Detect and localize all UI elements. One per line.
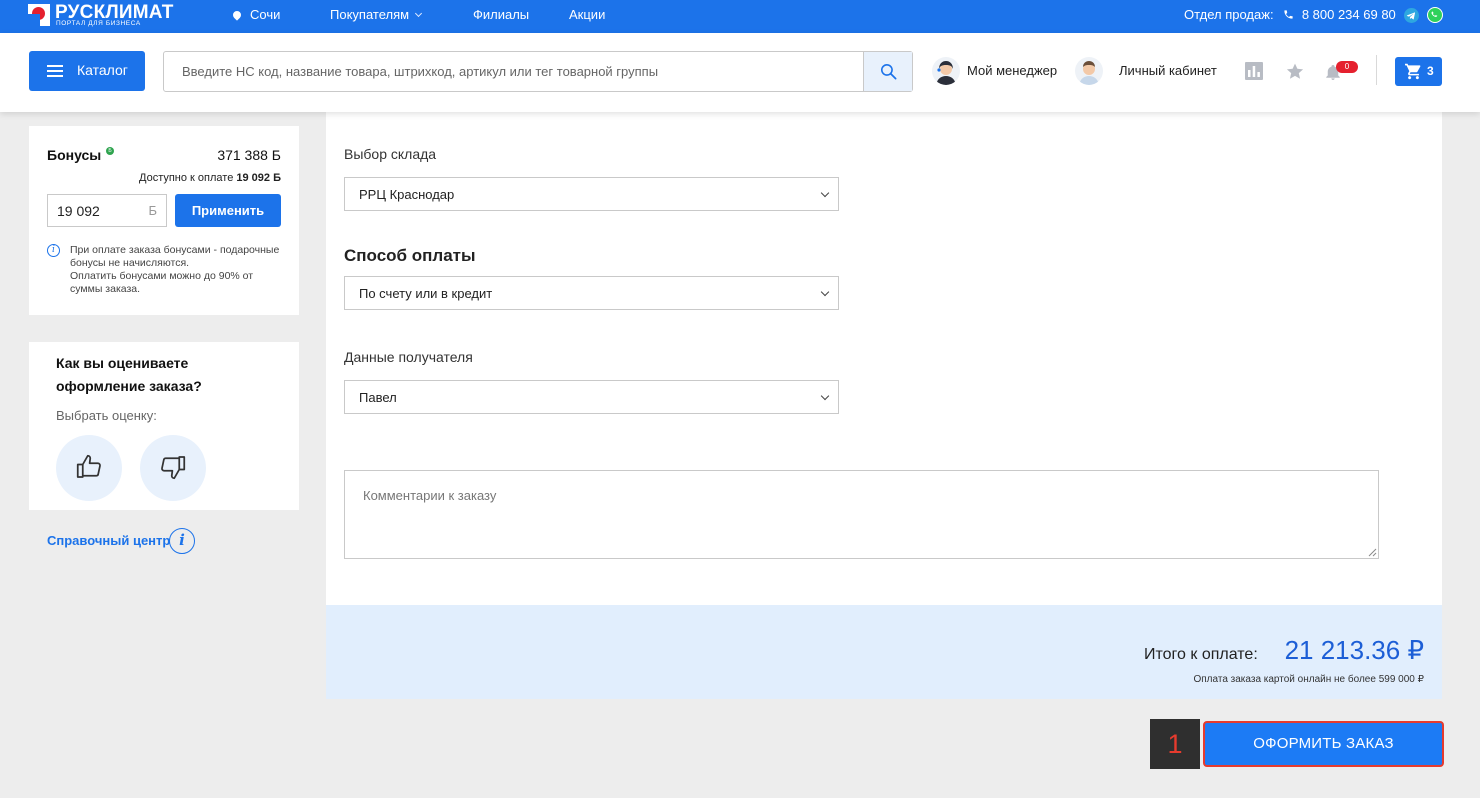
personal-account-link[interactable]: Личный кабинет: [1119, 63, 1217, 78]
phone-icon: [1284, 10, 1293, 19]
thumbs-up-button[interactable]: [56, 435, 122, 501]
catalog-button[interactable]: Каталог: [29, 51, 145, 91]
chevron-down-icon: [415, 9, 423, 18]
bonus-amount-unit: Б: [148, 203, 157, 218]
city-name: Сочи: [250, 7, 281, 22]
chevron-down-icon: [820, 287, 830, 297]
search-icon: [880, 63, 897, 80]
step-marker: 1: [1150, 719, 1200, 769]
bonus-available-value: 19 092 Б: [236, 172, 281, 184]
bonus-card: Бонусы Б 371 388 Б Доступно к оплате 19 …: [29, 126, 299, 315]
top-bar: РУСКЛИМАТ ПОРТАЛ ДЛЯ БИЗНЕСА Сочи Покупа…: [0, 0, 1480, 33]
my-manager-link[interactable]: Мой менеджер: [967, 63, 1057, 78]
order-form: Выбор склада РРЦ Краснодар Способ оплаты…: [326, 112, 1442, 605]
bonus-title: Бонусы: [47, 147, 102, 163]
header: Каталог Мой менеджер Личный кабинет 0 3: [0, 33, 1480, 112]
cart-count: 3: [1427, 64, 1434, 78]
catalog-button-label: Каталог: [77, 62, 128, 78]
total-note: Оплата заказа картой онлайн не более 599…: [1193, 674, 1424, 685]
location-pin-icon: [231, 9, 243, 21]
burger-menu-icon: [47, 65, 63, 77]
order-comment-placeholder: Комментарии к заказу: [363, 488, 497, 503]
total-label: Итого к оплате:: [1144, 646, 1258, 663]
sales-label: Отдел продаж:: [1184, 7, 1274, 22]
bonus-amount-value: 19 092: [57, 203, 100, 219]
thumbs-up-icon: [76, 454, 101, 478]
rating-subtitle: Выбрать оценку:: [56, 408, 157, 423]
bonus-note: При оплате заказа бонусами - подарочные …: [70, 244, 282, 296]
cart-button[interactable]: 3: [1395, 57, 1442, 86]
city-selector[interactable]: Сочи: [231, 7, 281, 22]
order-comment-textarea[interactable]: Комментарии к заказу: [344, 470, 1379, 559]
logo-subtitle: ПОРТАЛ ДЛЯ БИЗНЕСА: [56, 20, 141, 27]
info-icon[interactable]: i: [169, 528, 195, 554]
bonus-coin-icon: Б: [106, 147, 114, 155]
manager-avatar[interactable]: [932, 57, 960, 85]
warehouse-selected-value: РРЦ Краснодар: [359, 187, 455, 202]
total-value: 21 213.36 ₽: [1284, 635, 1424, 665]
telegram-icon[interactable]: [1404, 8, 1419, 23]
sales-phone[interactable]: 8 800 234 69 80: [1302, 7, 1396, 22]
warehouse-label: Выбор склада: [344, 146, 437, 162]
bonus-note-line-2: Оплатить бонусами можно до 90% от суммы …: [70, 270, 254, 295]
chevron-down-icon: [820, 188, 830, 198]
thumbs-down-icon: [161, 456, 186, 480]
payment-method-select[interactable]: По счету или в кредит: [344, 276, 839, 310]
star-icon[interactable]: [1285, 62, 1305, 81]
warehouse-select[interactable]: РРЦ Краснодар: [344, 177, 839, 211]
recipient-select[interactable]: Павел: [344, 380, 839, 414]
bonus-available-label: Доступно к оплате: [139, 172, 234, 184]
info-icon: i: [47, 244, 60, 257]
whatsapp-icon[interactable]: [1427, 7, 1443, 23]
cart-icon: [1405, 63, 1421, 80]
rating-title: Как вы оцениваете оформление заказа?: [56, 355, 202, 394]
nav-promotions[interactable]: Акции: [569, 7, 605, 22]
payment-method-selected-value: По счету или в кредит: [359, 286, 493, 301]
recipient-label: Данные получателя: [344, 349, 473, 365]
help-center-link[interactable]: Справочный центр: [47, 533, 170, 548]
bonus-available: Доступно к оплате 19 092 Б: [139, 172, 281, 184]
place-order-button[interactable]: ОФОРМИТЬ ЗАКАЗ: [1203, 721, 1444, 767]
account-avatar[interactable]: [1075, 57, 1103, 85]
nav-branches[interactable]: Филиалы: [473, 7, 529, 22]
nav-buyers[interactable]: Покупателям: [330, 7, 423, 22]
chevron-down-icon: [820, 391, 830, 401]
rating-card: Как вы оцениваете оформление заказа? Выб…: [29, 342, 299, 510]
apply-bonus-button[interactable]: Применить: [175, 194, 281, 227]
search-button[interactable]: [863, 52, 912, 91]
payment-heading: Способ оплаты: [344, 246, 476, 265]
search-input[interactable]: [164, 52, 864, 91]
thumbs-down-button[interactable]: [140, 435, 206, 501]
logo-mark-icon: [28, 4, 50, 26]
bonus-total: 371 388 Б: [217, 147, 281, 163]
resize-grip-icon[interactable]: [1368, 548, 1377, 557]
total-panel: Итого к оплате: 21 213.36 ₽ Оплата заказ…: [326, 605, 1442, 699]
bonus-amount-input[interactable]: 19 092 Б: [47, 194, 167, 227]
nav-buyers-label: Покупателям: [330, 7, 410, 22]
bonus-note-line-1: При оплате заказа бонусами - подарочные …: [70, 244, 280, 269]
sales-contact: Отдел продаж: 8 800 234 69 80: [1184, 7, 1396, 22]
search-box: [163, 51, 913, 92]
recipient-selected-value: Павел: [359, 390, 397, 405]
header-divider: [1376, 55, 1377, 85]
compare-chart-icon[interactable]: [1245, 62, 1263, 80]
logo[interactable]: РУСКЛИМАТ ПОРТАЛ ДЛЯ БИЗНЕСА: [28, 2, 178, 29]
notifications-badge: 0: [1336, 61, 1358, 73]
